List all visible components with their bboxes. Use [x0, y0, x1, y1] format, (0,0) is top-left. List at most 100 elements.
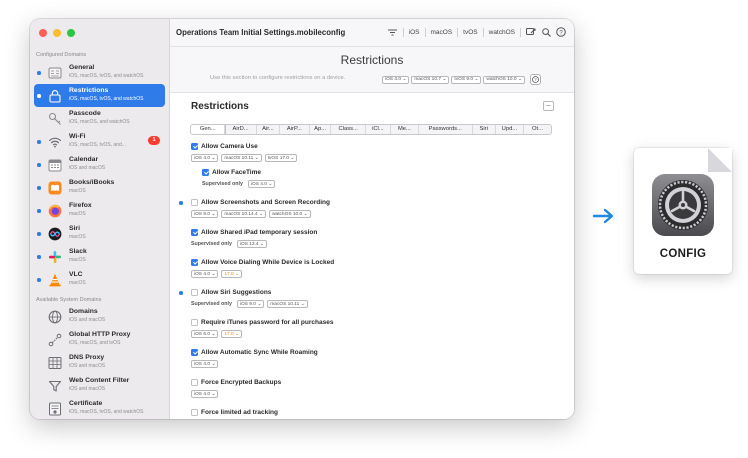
search-icon[interactable] [541, 27, 551, 37]
platform-ios[interactable]: iOS [409, 29, 420, 36]
filter-icon [47, 378, 62, 393]
zoom-window-button[interactable] [67, 29, 75, 37]
sidebar-item-general[interactable]: General iOS, macOS, tvOS, and watchOS [34, 61, 165, 84]
sidebar-item-vlc[interactable]: VLC macOS [34, 268, 165, 291]
setting-checkbox[interactable] [191, 199, 198, 206]
sidebar-item-text: Siri macOS [69, 225, 163, 240]
platform-tag: iOS 4.0 ⌄ [191, 154, 219, 162]
setting-label: Allow Voice Dialing While Device is Lock… [201, 259, 335, 266]
tab-ap[interactable]: Ap... [310, 125, 332, 134]
available-domains-label: Available System Domains [36, 297, 102, 303]
modified-indicator [37, 94, 41, 98]
setting-platforms: iOS 6.0 ⌄ 17.0 ⌄ [170, 329, 574, 340]
sidebar-item-calendar[interactable]: Calendar iOS and macOS [34, 153, 165, 176]
modified-indicator [37, 140, 41, 144]
close-window-button[interactable] [39, 29, 47, 37]
export-icon[interactable] [526, 27, 536, 37]
sidebar-item-web-content-filter[interactable]: Web Content Filter iOS and macOS [34, 374, 165, 397]
payload-header: Restrictions Use this section to configu… [170, 47, 574, 93]
tab-upd[interactable]: Upd... [496, 125, 524, 134]
tab-siri[interactable]: Siri [473, 125, 496, 134]
sidebar-item-global-http-proxy[interactable]: Global HTTP Proxy iOS, macOS, and tvOS [34, 328, 165, 351]
platform-tag: watchOS 10.0 ⌄ [269, 210, 311, 218]
tab-passwords[interactable]: Passwords... [419, 125, 473, 134]
tab-me[interactable]: Me... [391, 125, 419, 134]
setting-item: Require iTunes password for all purchase… [170, 317, 574, 340]
setting-label: Allow Shared iPad temporary session [201, 229, 318, 236]
setting-checkbox[interactable] [191, 229, 198, 236]
sidebar-item-title: Slack [69, 248, 87, 255]
setting-checkbox[interactable] [191, 409, 198, 416]
sidebar-item-wi-fi[interactable]: Wi-Fi iOS, macOS, tvOS, and... 1 [34, 130, 165, 153]
setting-item: Force Encrypted Backups iOS 4.0 ⌄ [170, 377, 574, 400]
tab-ot[interactable]: Ot... [524, 125, 551, 134]
sidebar-item-dns-proxy[interactable]: DNS Proxy iOS and macOS [34, 351, 165, 374]
tab-icl[interactable]: iCl... [366, 125, 391, 134]
setting-item: Allow Shared iPad temporary session Super… [170, 227, 574, 250]
platform-tag: 17.0 ⌄ [221, 330, 243, 338]
tab-aird[interactable]: AirD... [225, 125, 257, 134]
platform-tags: iOS 4.0 ⌄ macOS 10.7 ⌄ tvOS 9.0 ⌄ watchO… [382, 74, 541, 85]
calendar-icon [47, 157, 62, 172]
minimize-window-button[interactable] [53, 29, 61, 37]
sidebar-item-certificate[interactable]: Certificate iOS, macOS, tvOS, and watchOS [34, 397, 165, 419]
setting-platforms: Supervised only iOS 9.0 ⌄ macOS 10.11 ⌄ [170, 299, 574, 310]
tab-gen[interactable]: Gen... [191, 125, 226, 134]
sidebar-item-passcode[interactable]: Passcode iOS, macOS, and watchOS [34, 107, 165, 130]
platform-macos[interactable]: macOS [431, 29, 453, 36]
tab-air[interactable]: Air... [257, 125, 281, 134]
collapse-button[interactable]: – [543, 101, 554, 111]
setting-item: Allow Voice Dialing While Device is Lock… [170, 257, 574, 280]
setting-checkbox[interactable] [191, 289, 198, 296]
sidebar-item-slack[interactable]: Slack macOS [34, 245, 165, 268]
sidebar-item-platforms: iOS and macOS [69, 385, 106, 392]
firefox-icon [47, 203, 62, 218]
tab-class[interactable]: Class... [331, 125, 366, 134]
sidebar-item-books-ibooks[interactable]: Books/iBooks macOS [34, 176, 165, 199]
setting-checkbox[interactable] [191, 259, 198, 266]
toolbar: Operations Team Initial Settings.mobilec… [170, 19, 574, 47]
svg-text:?: ? [534, 77, 537, 82]
modified-indicator [37, 209, 41, 213]
config-label: CONFIG [659, 248, 707, 260]
dns-icon [47, 355, 62, 370]
sidebar-item-text: Web Content Filter iOS and macOS [69, 377, 163, 392]
sidebar-item-title: Certificate [69, 400, 103, 407]
help-icon[interactable]: ? [556, 27, 566, 37]
setting-checkbox[interactable] [191, 349, 198, 356]
setting-label: Force limited ad tracking [201, 409, 278, 416]
sidebar-item-text: DNS Proxy iOS and macOS [69, 354, 163, 369]
setting-item: Allow Siri Suggestions Supervised only iOS… [170, 287, 574, 310]
sidebar-item-firefox[interactable]: Firefox macOS [34, 199, 165, 222]
setting-label: Allow Siri Suggestions [201, 289, 272, 296]
settings-list: Allow Camera Use iOS 4.0 ⌄ macOS 10.11 ⌄ tv… [170, 141, 574, 419]
setting-item: Allow Screenshots and Screen Recording iO… [170, 197, 574, 220]
proxy-icon [47, 332, 62, 347]
filter-icon[interactable] [388, 27, 398, 37]
platform-tvos[interactable]: tvOS [463, 29, 477, 36]
setting-checkbox[interactable] [191, 379, 198, 386]
setting-checkbox[interactable] [191, 319, 198, 326]
tab-airp[interactable]: AirP... [280, 125, 310, 134]
sidebar-item-domains[interactable]: Domains iOS and macOS [34, 305, 165, 328]
sidebar-item-platforms: macOS [69, 233, 86, 240]
sidebar-item-restrictions[interactable]: Restrictions iOS, macOS, tvOS, and watchO… [34, 84, 165, 107]
sidebar-item-platforms: iOS, macOS, and watchOS [69, 118, 130, 125]
vlc-icon [47, 272, 62, 287]
supervised-label: Supervised only [202, 181, 243, 187]
setting-checkbox[interactable] [202, 169, 209, 176]
info-button[interactable]: ? [529, 74, 541, 85]
setting-checkbox[interactable] [191, 143, 198, 150]
modified-indicator [179, 291, 183, 295]
sidebar-item-text: Passcode iOS, macOS, and watchOS [69, 110, 163, 125]
platform-watchos[interactable]: watchOS [489, 29, 515, 36]
setting-row: Allow Siri Suggestions [170, 287, 574, 299]
platform-tag: macOS 10.11 ⌄ [221, 154, 262, 162]
modified-indicator [37, 71, 41, 75]
platform-tags: iOS 6.0 ⌄ 17.0 ⌄ [191, 330, 243, 338]
divider [520, 27, 521, 37]
sidebar-item-title: Restrictions [69, 87, 109, 94]
gear-icon [652, 174, 714, 236]
platform-tag: iOS 9.0 ⌄ [191, 210, 219, 218]
sidebar-item-siri[interactable]: Siri macOS [34, 222, 165, 245]
